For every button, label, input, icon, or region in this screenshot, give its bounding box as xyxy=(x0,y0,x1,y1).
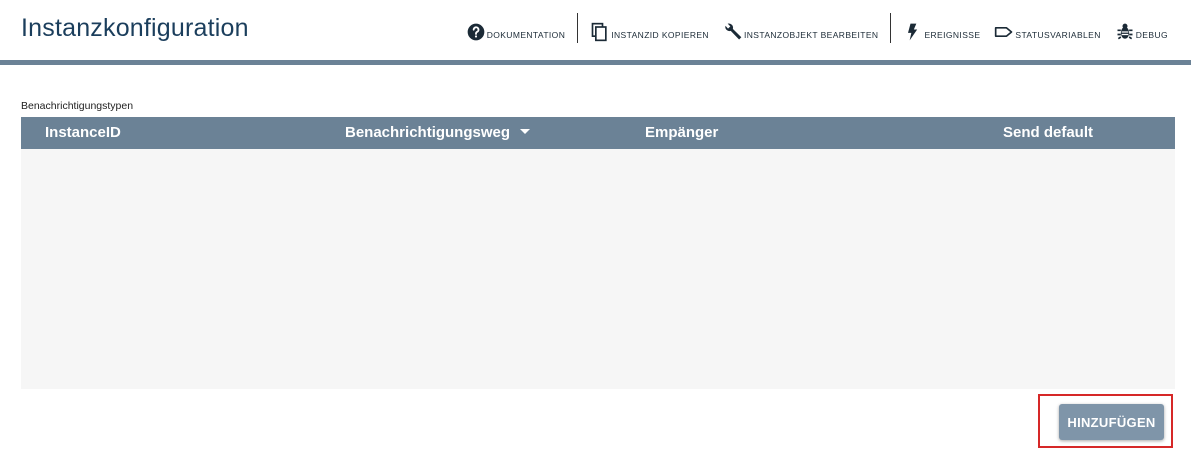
sort-descending-icon xyxy=(520,128,531,134)
column-header-label: Empänger xyxy=(645,124,719,141)
debug-label: Debug xyxy=(1135,30,1168,40)
toolbar-divider xyxy=(890,13,892,43)
documentation-button[interactable]: Dokumentation xyxy=(459,12,573,44)
status-variables-label: Statusvariablen xyxy=(1015,30,1101,40)
edit-instance-object-label: Instanzobjekt bearbeiten xyxy=(743,30,879,40)
table-body xyxy=(21,149,1175,389)
column-header-label: InstanceID xyxy=(45,124,121,141)
column-header-label: Benachrichtigungsweg xyxy=(345,124,511,141)
add-button[interactable]: HINZUFÜGEN xyxy=(1059,404,1164,440)
header: Instanzkonfiguration Dokumentation Insta… xyxy=(0,0,1191,60)
header-divider xyxy=(0,60,1191,65)
events-button[interactable]: Ereignisse xyxy=(896,12,987,44)
add-button-highlight: HINZUFÜGEN xyxy=(1038,394,1173,448)
edit-instance-object-button[interactable]: Instanzobjekt bearbeiten xyxy=(716,12,885,44)
tag-icon xyxy=(994,20,1014,44)
column-header-label: Send default xyxy=(1003,124,1094,141)
copy-instanceid-label: InstanzID kopieren xyxy=(611,30,709,40)
toolbar-divider xyxy=(577,13,579,43)
column-header-recipient[interactable]: Empänger xyxy=(645,117,718,149)
help-circle-icon xyxy=(466,20,486,44)
status-variables-button[interactable]: Statusvariablen xyxy=(987,12,1107,44)
column-header-send-default[interactable]: Send default xyxy=(1003,117,1093,149)
lightning-icon xyxy=(903,20,923,44)
page-title: Instanzkonfiguration xyxy=(21,14,249,42)
toolbar: Dokumentation InstanzID kopieren Instanz… xyxy=(459,12,1175,44)
wrench-icon xyxy=(723,20,743,44)
copy-instanceid-button[interactable]: InstanzID kopieren xyxy=(583,12,716,44)
column-header-notification-method[interactable]: Benachrichtigungsweg xyxy=(345,117,531,149)
column-header-instanceid[interactable]: InstanceID xyxy=(45,117,121,149)
events-label: Ereignisse xyxy=(924,30,981,40)
bug-icon xyxy=(1115,20,1135,44)
copy-icon xyxy=(590,20,610,44)
notification-types-table: InstanceID Benachrichtigungsweg Empänger… xyxy=(21,117,1175,389)
documentation-label: Dokumentation xyxy=(486,30,566,40)
table-header: InstanceID Benachrichtigungsweg Empänger… xyxy=(21,117,1175,149)
debug-button[interactable]: Debug xyxy=(1108,12,1175,44)
section-label: Benachrichtigungstypen xyxy=(21,100,134,112)
